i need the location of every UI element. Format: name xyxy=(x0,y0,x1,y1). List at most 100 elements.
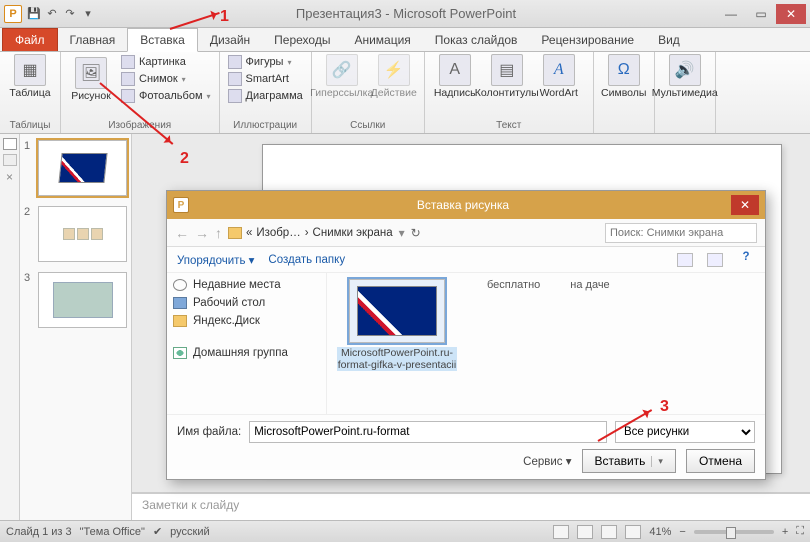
photo-placeholder-icon xyxy=(53,282,113,318)
outline-tab-icon[interactable] xyxy=(3,154,17,166)
zoom-out-button[interactable]: − xyxy=(679,526,685,538)
window-controls: — ▭ ✕ xyxy=(716,4,806,24)
insert-button[interactable]: Вставить xyxy=(582,449,676,473)
new-folder-button[interactable]: Создать папку xyxy=(268,254,345,266)
shapes-button[interactable]: Фигуры ▾ xyxy=(226,54,305,70)
preview-pane-button[interactable] xyxy=(707,253,723,267)
refresh-button[interactable]: ↻ xyxy=(411,226,421,240)
file-list[interactable]: MicrosoftPowerPoint.ru-format-gifka-v-pr… xyxy=(327,273,765,414)
save-icon[interactable]: 💾 xyxy=(26,6,42,22)
group-text: AНадпись ▤Колонтитулы AWordArt Текст xyxy=(425,52,594,133)
chart-icon xyxy=(228,89,242,103)
tree-desktop[interactable]: Рабочий стол xyxy=(173,297,320,309)
slides-tab-icon[interactable] xyxy=(3,138,17,150)
action-button[interactable]: ⚡Действие xyxy=(370,54,418,99)
folder-icon xyxy=(173,315,187,327)
folder-icon xyxy=(228,227,242,239)
search-input[interactable] xyxy=(605,223,757,243)
fit-to-window-button[interactable]: ⛶ xyxy=(796,525,804,538)
recent-icon xyxy=(173,279,187,291)
screenshot-icon xyxy=(121,72,135,86)
undo-icon[interactable]: ↶ xyxy=(44,6,60,22)
smartart-button[interactable]: SmartArt xyxy=(226,71,305,87)
photo-album-button[interactable]: Фотоальбом ▾ xyxy=(119,88,213,104)
tree-yandex-disk[interactable]: Яндекс.Диск xyxy=(173,315,320,327)
smartart-icon xyxy=(228,72,242,86)
tab-insert[interactable]: Вставка xyxy=(127,28,198,52)
status-bar: Слайд 1 из 3 "Тема Office" ✔ русский 41%… xyxy=(0,520,810,542)
cancel-button[interactable]: Отмена xyxy=(686,449,755,473)
group-links: 🔗Гиперссылка ⚡Действие Ссылки xyxy=(312,52,425,133)
wordart-icon: A xyxy=(543,54,575,86)
clipart-button[interactable]: Картинка xyxy=(119,54,213,70)
forward-button[interactable]: → xyxy=(195,225,209,241)
chart-button[interactable]: Диаграмма xyxy=(226,88,305,104)
dialog-nav-bar: ← → ↑ « Изобр… › Снимки экрана ▾ ↻ xyxy=(167,219,765,247)
reading-view-button[interactable] xyxy=(601,525,617,539)
ribbon-tabs: Файл Главная Вставка Дизайн Переходы Ани… xyxy=(0,28,810,52)
organize-button[interactable]: Упорядочить ▾ xyxy=(177,253,254,267)
screenshot-button[interactable]: Снимок ▾ xyxy=(119,71,213,87)
thumbnail-3[interactable]: 3 xyxy=(24,272,127,328)
help-button[interactable]: ? xyxy=(737,251,755,269)
file-item-selected[interactable]: MicrosoftPowerPoint.ru-format-gifka-v-pr… xyxy=(337,279,457,371)
dialog-title: Вставка рисунка xyxy=(195,198,731,212)
tab-view[interactable]: Вид xyxy=(646,29,692,51)
symbols-button[interactable]: ΩСимволы xyxy=(600,54,648,99)
uk-flag-thumbnail xyxy=(357,286,437,336)
qat-dropdown-icon[interactable]: ▾ xyxy=(80,6,96,22)
textbox-button[interactable]: AНадпись xyxy=(431,54,479,99)
view-options-button[interactable] xyxy=(677,253,693,267)
album-icon xyxy=(121,89,135,103)
tab-review[interactable]: Рецензирование xyxy=(529,29,646,51)
dialog-close-button[interactable]: ✕ xyxy=(731,195,759,215)
header-footer-button[interactable]: ▤Колонтитулы xyxy=(483,54,531,99)
tab-home[interactable]: Главная xyxy=(58,29,128,51)
minimize-button[interactable]: — xyxy=(716,4,746,24)
tab-design[interactable]: Дизайн xyxy=(198,29,262,51)
thumbnail-2[interactable]: 2 xyxy=(24,206,127,262)
tab-slideshow[interactable]: Показ слайдов xyxy=(423,29,530,51)
quick-access-toolbar: 💾 ↶ ↷ ▾ xyxy=(26,6,96,22)
wordart-button[interactable]: AWordArt xyxy=(535,54,583,99)
back-button[interactable]: ← xyxy=(175,225,189,241)
tree-homegroup[interactable]: Домашняя группа xyxy=(173,347,320,359)
action-icon: ⚡ xyxy=(378,54,410,86)
notes-pane[interactable]: Заметки к слайду xyxy=(132,492,810,520)
filename-label: Имя файла: xyxy=(177,426,241,438)
thumbnail-1[interactable]: 1 xyxy=(24,140,127,196)
slideshow-view-button[interactable] xyxy=(625,525,641,539)
redo-icon[interactable]: ↷ xyxy=(62,6,78,22)
picture-button[interactable]: 🖼 Рисунок xyxy=(67,54,115,104)
media-button[interactable]: 🔊Мультимедиа xyxy=(661,54,709,99)
spellcheck-icon[interactable]: ✔ xyxy=(153,525,162,538)
tab-transitions[interactable]: Переходы xyxy=(262,29,342,51)
up-button[interactable]: ↑ xyxy=(215,225,222,241)
language-indicator[interactable]: русский xyxy=(170,526,209,538)
zoom-in-button[interactable]: + xyxy=(782,526,788,538)
speaker-icon: 🔊 xyxy=(669,54,701,86)
omega-icon: Ω xyxy=(608,54,640,86)
picture-icon: 🖼 xyxy=(75,57,107,89)
table-button[interactable]: ▦ Таблица xyxy=(6,54,54,99)
zoom-value: 41% xyxy=(649,526,671,538)
close-panel-icon[interactable]: × xyxy=(6,170,13,184)
maximize-button[interactable]: ▭ xyxy=(746,4,776,24)
file-label-2[interactable]: бесплатно xyxy=(487,279,540,291)
hyperlink-button[interactable]: 🔗Гиперссылка xyxy=(318,54,366,99)
tools-button[interactable]: Сервис ▾ xyxy=(523,454,571,468)
tree-recent[interactable]: Недавние места xyxy=(173,279,320,291)
theme-indicator: "Тема Office" xyxy=(80,526,145,538)
close-button[interactable]: ✕ xyxy=(776,4,806,24)
file-label-3[interactable]: на даче xyxy=(570,279,609,291)
normal-view-button[interactable] xyxy=(553,525,569,539)
breadcrumb[interactable]: « Изобр… › Снимки экрана xyxy=(228,227,393,239)
file-type-select[interactable]: Все рисунки xyxy=(615,421,755,443)
sorter-view-button[interactable] xyxy=(577,525,593,539)
houses-icon xyxy=(63,228,103,240)
tab-file[interactable]: Файл xyxy=(2,28,58,51)
filename-input[interactable] xyxy=(249,421,607,443)
tab-animation[interactable]: Анимация xyxy=(342,29,422,51)
zoom-slider[interactable] xyxy=(694,530,774,534)
dialog-app-icon: P xyxy=(173,197,189,213)
